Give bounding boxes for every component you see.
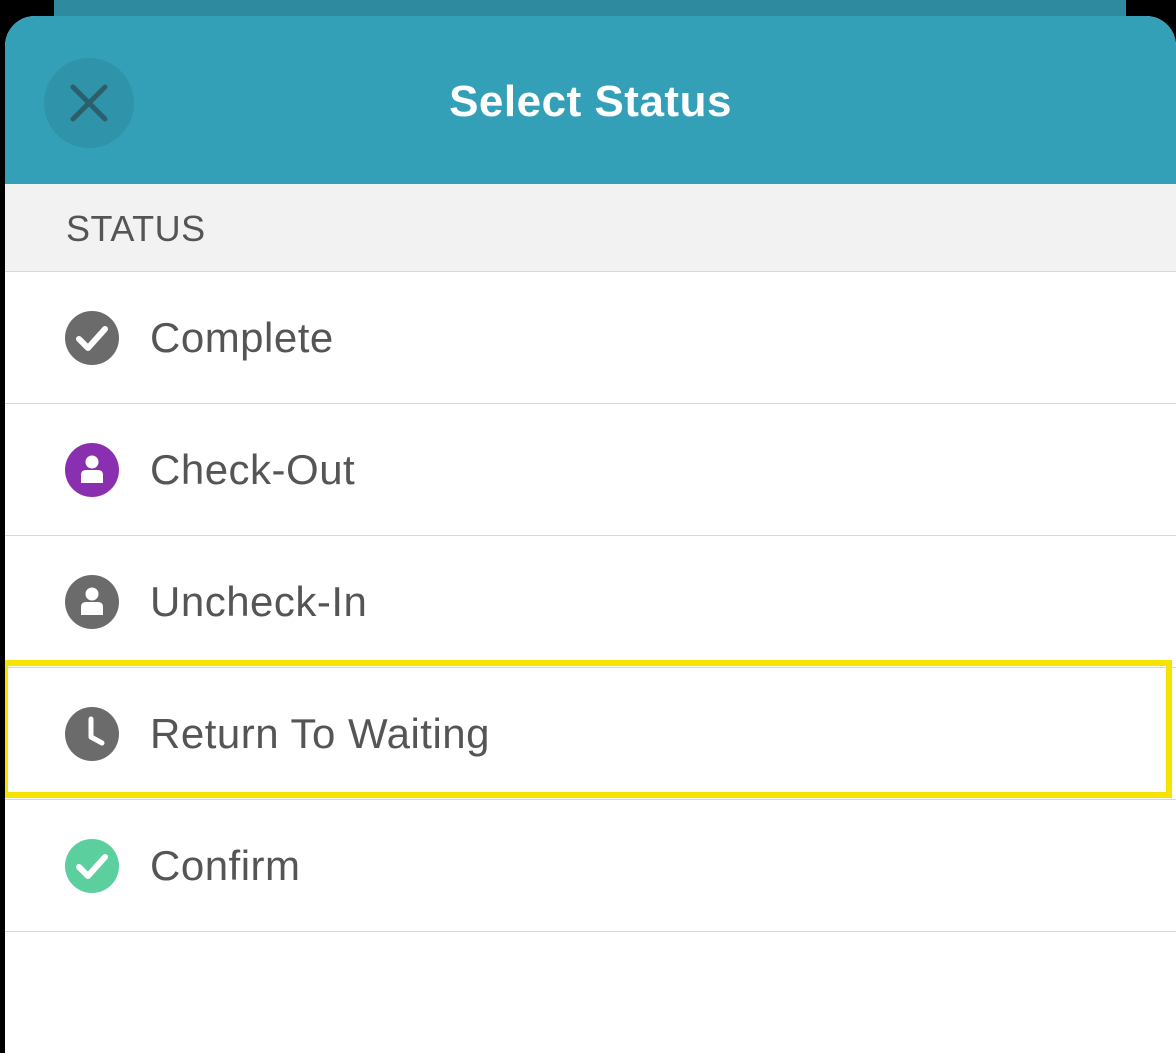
status-item-label: Return To Waiting xyxy=(150,710,490,757)
check-circle-icon xyxy=(65,311,119,365)
section-label: STATUS xyxy=(66,208,206,249)
status-item-check-out[interactable]: Check-Out xyxy=(5,404,1176,536)
status-item-confirm[interactable]: Confirm xyxy=(5,800,1176,932)
status-item-complete[interactable]: Complete xyxy=(5,272,1176,404)
section-header: STATUS xyxy=(5,184,1176,272)
modal-title: Select Status xyxy=(449,77,732,126)
status-item-label: Uncheck-In xyxy=(150,578,368,625)
modal-header: Select Status xyxy=(5,16,1176,184)
status-item-label: Complete xyxy=(150,314,334,361)
person-circle-icon xyxy=(65,575,119,629)
person-circle-icon xyxy=(65,443,119,497)
close-button[interactable] xyxy=(44,58,134,148)
status-item-label: Confirm xyxy=(150,842,301,889)
close-icon xyxy=(70,84,108,122)
status-item-return-to-waiting[interactable]: Return To Waiting xyxy=(5,668,1176,800)
status-item-uncheck-in[interactable]: Uncheck-In xyxy=(5,536,1176,668)
status-item-label: Check-Out xyxy=(150,446,356,493)
status-list: Complete Check-Out Uncheck-In Return To … xyxy=(5,272,1176,932)
check-circle-icon xyxy=(65,839,119,893)
clock-icon xyxy=(65,707,119,761)
status-modal: Select Status STATUS Complete Check-Out … xyxy=(5,16,1176,1053)
